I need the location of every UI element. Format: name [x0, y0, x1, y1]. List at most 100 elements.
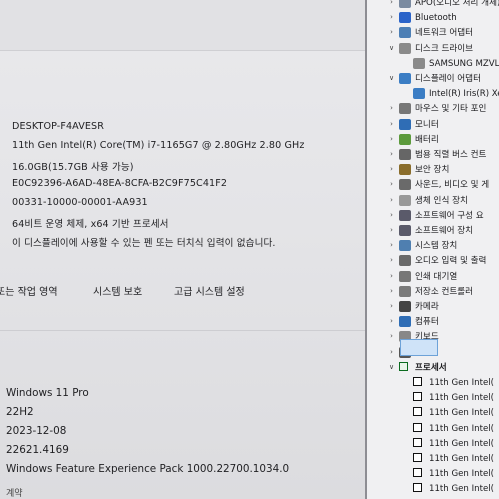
tree-item-label: 디스플레이 어댑터: [415, 74, 481, 84]
chevron-right-icon[interactable]: ›: [387, 210, 396, 221]
chevron-right-icon[interactable]: ›: [387, 347, 396, 358]
chevron-right-icon[interactable]: ›: [387, 179, 396, 190]
tree-item-label: 소프트웨어 장치: [415, 226, 474, 236]
domain-workgroup-link[interactable]: 또는 작업 영역: [0, 283, 58, 298]
chevron-right-icon[interactable]: ›: [387, 149, 396, 160]
tree-item-label: Intel(R) Iris(R) Xe: [429, 89, 499, 100]
tree-item[interactable]: 11th Gen Intel(: [367, 421, 499, 437]
tree-item[interactable]: › 인쇄 대기열: [367, 269, 499, 285]
tree-item[interactable]: › 컴퓨터: [367, 314, 499, 330]
tree-item[interactable]: › 보안 장치: [367, 162, 499, 178]
tree-item[interactable]: Intel(R) Iris(R) Xe: [367, 86, 499, 102]
chevron-right-icon[interactable]: ›: [387, 27, 396, 38]
mouse-icon: [399, 103, 411, 115]
display-icon: [413, 88, 425, 100]
tree-item[interactable]: 11th Gen Intel(: [367, 451, 499, 467]
tree-item[interactable]: › 소프트웨어 장치: [367, 223, 499, 239]
storage-icon: [399, 285, 411, 297]
tree-item[interactable]: › 마우스 및 기타 포인: [367, 101, 499, 117]
chevron-right-icon[interactable]: ›: [387, 240, 396, 251]
tree-item-label: 11th Gen Intel(: [429, 484, 494, 495]
chevron-right-icon[interactable]: ›: [387, 12, 396, 23]
processor-icon: [413, 422, 425, 434]
software-icon: [399, 225, 411, 236]
tree-item-label: 11th Gen Intel(: [429, 438, 494, 449]
processor-icon: [413, 483, 425, 494]
advanced-system-settings-link[interactable]: 고급 시스템 설정: [174, 283, 245, 298]
processor-chip-icon: [413, 468, 422, 478]
tree-item[interactable]: › 네트워크 어댑터: [367, 25, 499, 41]
tree-item[interactable]: › 카메라: [367, 299, 499, 315]
tree-item[interactable]: 11th Gen Intel(: [367, 375, 499, 391]
tree-item[interactable]: 11th Gen Intel(: [367, 405, 499, 421]
tree-item[interactable]: 11th Gen Intel(: [367, 436, 499, 452]
tree-item[interactable]: › 저장소 컨트롤러: [367, 284, 499, 300]
chevron-right-icon[interactable]: ›: [387, 301, 396, 312]
chevron-down-icon[interactable]: ∨: [387, 43, 396, 54]
chevron-right-icon[interactable]: ›: [387, 195, 396, 206]
tree-item[interactable]: › 배터리: [367, 132, 499, 148]
tree-item-label: 오디오 입력 및 출력: [415, 256, 487, 267]
bluetooth-icon: [399, 12, 411, 24]
tree-item[interactable]: › 범용 직렬 버스 컨트: [367, 147, 499, 163]
tree-item[interactable]: 11th Gen Intel(: [367, 390, 499, 406]
chevron-right-icon[interactable]: ›: [387, 286, 396, 297]
tree-item[interactable]: › 모니터: [367, 117, 499, 133]
processor-icon: [413, 392, 425, 403]
disk-icon: [413, 57, 425, 69]
tree-item[interactable]: › 오디오 입력 및 출력: [367, 253, 499, 269]
pen-touch-value: 이 디스플레이에 사용할 수 있는 펜 또는 터치식 입력이 없습니다.: [12, 238, 276, 249]
chevron-right-icon[interactable]: ›: [387, 164, 396, 175]
tree-item-label: 컴퓨터: [415, 317, 439, 328]
processor-chip-icon: [413, 377, 422, 386]
tree-item[interactable]: ∨ 디스크 드라이브: [367, 41, 499, 57]
tree-item-label: 11th Gen Intel(: [429, 423, 494, 434]
tree-item[interactable]: › 소프트웨어 구성 요: [367, 208, 499, 224]
about-panel: DESKTOP-F4AVESR 11th Gen Intel(R) Core(T…: [0, 0, 368, 499]
audio-io-icon: [399, 255, 411, 267]
camera-icon: [399, 301, 411, 312]
usb-icon: [399, 149, 411, 160]
tree-item-label: Bluetooth: [415, 13, 457, 24]
tree-item[interactable]: › 시스템 장치: [367, 238, 499, 254]
tree-item[interactable]: › Bluetooth: [367, 10, 499, 26]
tree-item-label: 모니터: [415, 119, 439, 130]
tree-item-label: APO(오디오 처리 개체): [415, 0, 499, 8]
chevron-down-icon[interactable]: ∨: [387, 73, 396, 84]
device-id-value: E0C92396-A6AD-48EA-8CFA-B2C9F75C41F2: [12, 178, 228, 189]
device-name-value: DESKTOP-F4AVESR: [12, 121, 104, 132]
system-protection-link[interactable]: 시스템 보호: [93, 283, 142, 298]
tree-item[interactable]: ∨ 디스플레이 어댑터: [367, 71, 499, 87]
tree-item-label: 범용 직렬 버스 컨트: [415, 150, 487, 160]
tree-item[interactable]: SAMSUNG MZVL: [367, 56, 499, 72]
tree-item[interactable]: › 생체 인식 장치: [367, 193, 499, 209]
disk-icon: [399, 42, 411, 54]
chevron-right-icon[interactable]: ›: [387, 103, 396, 114]
tree-item[interactable]: › 사운드, 비디오 및 게: [367, 177, 499, 193]
tree-item-label: 카메라: [415, 302, 439, 312]
tree-item[interactable]: ∨ 프로세서: [367, 360, 499, 376]
chevron-right-icon[interactable]: ›: [387, 0, 396, 8]
ram-value: 16.0GB(15.7GB 사용 가능): [12, 162, 134, 173]
tree-item-label: 사운드, 비디오 및 게: [415, 180, 490, 191]
chevron-right-icon[interactable]: ›: [387, 271, 396, 282]
chevron-right-icon[interactable]: ›: [387, 255, 396, 266]
experience-value: Windows Feature Experience Pack 1000.227…: [6, 463, 290, 475]
processor-value: 11th Gen Intel(R) Core(TM) i7-1165G7 @ 2…: [12, 140, 305, 151]
processor-icon: [413, 453, 425, 464]
tree-item[interactable]: 11th Gen Intel(: [367, 466, 499, 482]
chevron-down-icon[interactable]: ∨: [387, 362, 396, 373]
about-header-band: [0, 0, 368, 51]
tree-item[interactable]: 11th Gen Intel(: [367, 481, 499, 497]
tree-item-label: 배터리: [415, 134, 439, 145]
chevron-right-icon[interactable]: ›: [387, 316, 396, 327]
chevron-right-icon[interactable]: ›: [387, 225, 396, 236]
version-value: 22H2: [6, 406, 34, 418]
license-terms-link[interactable]: 계약: [6, 486, 23, 499]
chevron-right-icon[interactable]: ›: [387, 331, 396, 342]
chevron-right-icon[interactable]: ›: [387, 134, 396, 145]
tree-item-label: 생체 인식 장치: [415, 195, 468, 206]
chevron-right-icon[interactable]: ›: [387, 119, 396, 130]
tree-item-label: 11th Gen Intel(: [429, 393, 494, 404]
processor-icon: [413, 407, 425, 418]
